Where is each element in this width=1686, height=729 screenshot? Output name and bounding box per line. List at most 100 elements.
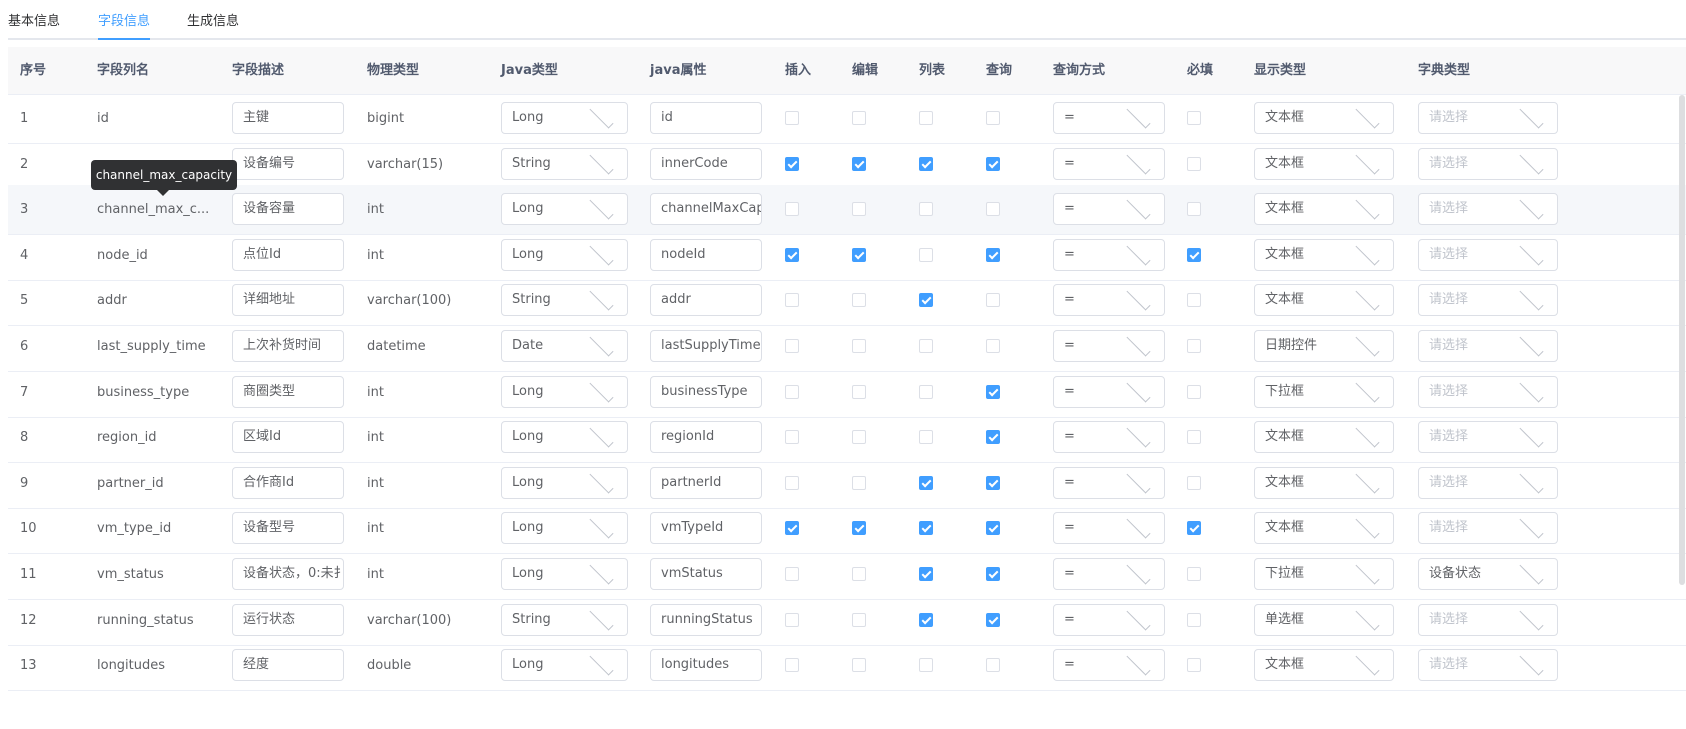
insert-checkbox[interactable] xyxy=(785,202,799,217)
display-type-select[interactable]: 文本框 xyxy=(1254,193,1394,226)
display-type-select[interactable]: 文本框 xyxy=(1254,649,1394,682)
java-type-select[interactable]: String xyxy=(501,603,628,636)
query-checkbox[interactable] xyxy=(986,567,1000,581)
edit-checkbox[interactable] xyxy=(852,612,866,627)
required-checkbox[interactable] xyxy=(1187,247,1201,262)
edit-checkbox[interactable] xyxy=(852,339,866,353)
field-desc-input[interactable]: 经度 xyxy=(232,649,344,682)
field-desc-input[interactable]: 上次补货时间 xyxy=(232,330,344,362)
insert-checkbox[interactable] xyxy=(785,612,799,627)
edit-checkbox[interactable] xyxy=(852,202,866,217)
list-checkbox[interactable] xyxy=(919,247,933,262)
required-checkbox[interactable] xyxy=(1187,658,1201,673)
dict-type-select[interactable]: 请选择 xyxy=(1418,330,1558,362)
required-checkbox[interactable] xyxy=(1187,202,1201,217)
query-type-select[interactable]: = xyxy=(1053,512,1165,545)
dict-type-select[interactable]: 请选择 xyxy=(1418,466,1558,499)
field-desc-input[interactable]: 详细地址 xyxy=(232,284,344,317)
java-type-select[interactable]: Long xyxy=(501,193,628,226)
required-checkbox[interactable] xyxy=(1187,111,1201,125)
insert-checkbox[interactable] xyxy=(785,567,799,581)
query-checkbox[interactable] xyxy=(986,430,1000,445)
dict-type-select[interactable]: 请选择 xyxy=(1418,238,1558,271)
display-type-select[interactable]: 下拉框 xyxy=(1254,558,1394,590)
list-checkbox[interactable] xyxy=(919,430,933,445)
insert-checkbox[interactable] xyxy=(785,521,799,536)
java-attr-input[interactable]: innerCode xyxy=(650,147,762,180)
dict-type-select[interactable]: 请选择 xyxy=(1418,603,1558,636)
field-desc-input[interactable]: 合作商Id xyxy=(232,466,344,499)
java-attr-input[interactable]: longitudes xyxy=(650,649,762,682)
edit-checkbox[interactable] xyxy=(852,521,866,536)
java-attr-input[interactable]: id xyxy=(650,102,762,134)
required-checkbox[interactable] xyxy=(1187,521,1201,536)
query-checkbox[interactable] xyxy=(986,521,1000,536)
edit-checkbox[interactable] xyxy=(852,247,866,262)
edit-checkbox[interactable] xyxy=(852,475,866,490)
query-checkbox[interactable] xyxy=(986,475,1000,490)
java-type-select[interactable]: Long xyxy=(501,512,628,545)
field-desc-input[interactable]: 设备型号 xyxy=(232,512,344,545)
display-type-select[interactable]: 日期控件 xyxy=(1254,330,1394,362)
query-checkbox[interactable] xyxy=(986,247,1000,262)
required-checkbox[interactable] xyxy=(1187,567,1201,581)
insert-checkbox[interactable] xyxy=(785,658,799,673)
dict-type-select[interactable]: 请选择 xyxy=(1418,375,1558,408)
list-checkbox[interactable] xyxy=(919,567,933,581)
query-checkbox[interactable] xyxy=(986,612,1000,627)
dict-type-select[interactable]: 请选择 xyxy=(1418,649,1558,682)
required-checkbox[interactable] xyxy=(1187,156,1201,171)
query-type-select[interactable]: = xyxy=(1053,558,1165,590)
java-attr-input[interactable]: vmTypeId xyxy=(650,512,762,545)
java-attr-input[interactable]: businessType xyxy=(650,375,762,408)
query-checkbox[interactable] xyxy=(986,339,1000,353)
list-checkbox[interactable] xyxy=(919,475,933,490)
query-checkbox[interactable] xyxy=(986,658,1000,673)
query-checkbox[interactable] xyxy=(986,293,1000,308)
java-type-select[interactable]: Long xyxy=(501,238,628,271)
display-type-select[interactable]: 文本框 xyxy=(1254,284,1394,317)
field-desc-input[interactable]: 设备编号 xyxy=(232,147,344,180)
field-desc-input[interactable]: 区域Id xyxy=(232,421,344,454)
insert-checkbox[interactable] xyxy=(785,384,799,399)
java-type-select[interactable]: String xyxy=(501,284,628,317)
edit-checkbox[interactable] xyxy=(852,111,866,125)
query-type-select[interactable]: = xyxy=(1053,375,1165,408)
query-type-select[interactable]: = xyxy=(1053,147,1165,180)
display-type-select[interactable]: 下拉框 xyxy=(1254,375,1394,408)
edit-checkbox[interactable] xyxy=(852,156,866,171)
list-checkbox[interactable] xyxy=(919,658,933,673)
edit-checkbox[interactable] xyxy=(852,293,866,308)
list-checkbox[interactable] xyxy=(919,111,933,125)
insert-checkbox[interactable] xyxy=(785,156,799,171)
tab-generate-info[interactable]: 生成信息 xyxy=(187,10,239,38)
vertical-scrollbar[interactable] xyxy=(1679,95,1685,585)
java-type-select[interactable]: Long xyxy=(501,466,628,499)
list-checkbox[interactable] xyxy=(919,156,933,171)
dict-type-select[interactable]: 请选择 xyxy=(1418,421,1558,454)
query-checkbox[interactable] xyxy=(986,156,1000,171)
field-desc-input[interactable]: 主键 xyxy=(232,102,344,134)
required-checkbox[interactable] xyxy=(1187,293,1201,308)
dict-type-select[interactable]: 请选择 xyxy=(1418,102,1558,134)
java-type-select[interactable]: Long xyxy=(501,558,628,590)
insert-checkbox[interactable] xyxy=(785,111,799,125)
tab-field-info[interactable]: 字段信息 xyxy=(98,10,151,40)
list-checkbox[interactable] xyxy=(919,384,933,399)
insert-checkbox[interactable] xyxy=(785,430,799,445)
edit-checkbox[interactable] xyxy=(852,384,866,399)
java-type-select[interactable]: Long xyxy=(501,375,628,408)
tab-basic-info[interactable]: 基本信息 xyxy=(8,10,60,38)
list-checkbox[interactable] xyxy=(919,339,933,353)
query-type-select[interactable]: = xyxy=(1053,238,1165,271)
dict-type-select[interactable]: 请选择 xyxy=(1418,193,1558,226)
java-attr-input[interactable]: nodeId xyxy=(650,238,762,271)
insert-checkbox[interactable] xyxy=(785,475,799,490)
edit-checkbox[interactable] xyxy=(852,430,866,445)
display-type-select[interactable]: 单选框 xyxy=(1254,603,1394,636)
required-checkbox[interactable] xyxy=(1187,612,1201,627)
dict-type-select[interactable]: 请选择 xyxy=(1418,284,1558,317)
list-checkbox[interactable] xyxy=(919,612,933,627)
insert-checkbox[interactable] xyxy=(785,293,799,308)
java-attr-input[interactable]: channelMaxCap xyxy=(650,193,762,226)
